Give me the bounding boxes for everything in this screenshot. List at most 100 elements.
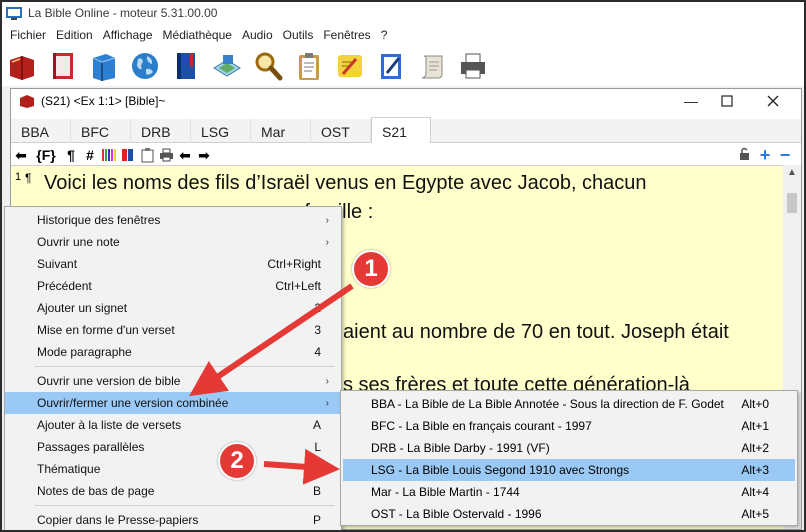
format-button[interactable]: {F} (32, 147, 60, 163)
menu-item-shortcut: B (312, 484, 321, 498)
copy-button[interactable] (139, 147, 155, 163)
menu-outils[interactable]: Outils (279, 28, 320, 42)
menu-separator (35, 505, 335, 506)
scrollbar-thumb[interactable] (787, 193, 797, 213)
menu-item-liste-versets[interactable]: Ajouter à la liste de versets A (5, 414, 341, 436)
menu-item-label: Copier dans le Presse-papiers (37, 513, 199, 527)
menu-item-version-combinee[interactable]: Ouvrir/fermer une version combinée › (5, 392, 341, 414)
menu-item-label: Ouvrir/fermer une version combinée (37, 396, 229, 410)
main-toolbar (2, 46, 804, 86)
bible-book-icon (53, 53, 73, 79)
scroll-button[interactable] (414, 48, 450, 84)
tab-s21[interactable]: S21 (371, 117, 431, 143)
bible-book-button[interactable] (45, 48, 81, 84)
submenu-item-drb[interactable]: DRB - La Bible Darby - 1991 (VF) Alt+2 (343, 437, 795, 459)
submenu-item-bfc[interactable]: BFC - La Bible en français courant - 199… (343, 415, 795, 437)
submenu-item-label: BFC - La Bible en français courant - 199… (371, 419, 592, 433)
menu-item-label: Mise en forme d'un verset (37, 323, 175, 337)
prev-button[interactable]: ⬅ (177, 147, 193, 163)
columns-button[interactable] (101, 147, 117, 163)
menu-item-precedent[interactable]: Précédent Ctrl+Left (5, 275, 341, 297)
print-small-button[interactable] (158, 147, 174, 163)
menu-item-historique[interactable]: Historique des fenêtres › (5, 209, 341, 231)
submenu-item-bba[interactable]: BBA - La Bible de La Bible Annotée - Sou… (343, 393, 795, 415)
menu-item-ouvrir-note[interactable]: Ouvrir une note › (5, 231, 341, 253)
menu-help[interactable]: ? (377, 28, 394, 42)
maximize-button[interactable] (705, 89, 749, 113)
submenu-arrow-icon: › (325, 214, 329, 226)
bible-red-book-button[interactable] (4, 48, 40, 84)
zoom-out-button[interactable]: − (777, 146, 793, 164)
pilcrow-button[interactable]: ¶ (63, 147, 79, 163)
app-title-bar: La Bible Online - moteur 5.31.00.00 (2, 2, 804, 24)
tab-lsg[interactable]: LSG (191, 119, 251, 143)
annotation-badge-1: 1 (352, 250, 390, 288)
menu-item-ouvrir-version[interactable]: Ouvrir une version de bible › (5, 370, 341, 392)
clipboard-icon (141, 147, 153, 162)
menu-item-label: Thématique (37, 462, 101, 476)
submenu-item-ost[interactable]: OST - La Bible Ostervald - 1996 Alt+5 (343, 503, 795, 525)
notepad-edit-button[interactable] (373, 48, 409, 84)
annotation-badge-2: 2 (218, 442, 256, 480)
context-menu: Historique des fenêtres › Ouvrir une note… (4, 206, 342, 530)
menu-item-mode-paragraphe[interactable]: Mode paragraphe 4 (5, 341, 341, 363)
back-arrow-button[interactable]: ⬅ (13, 147, 29, 163)
verse-text-line-1: Voici les noms des fils d’Israël venus e… (44, 172, 647, 194)
hash-button[interactable]: # (82, 147, 98, 163)
arrow-left-icon: ⬅ (15, 146, 27, 163)
menu-item-ajouter-signet[interactable]: Ajouter un signet 2 (5, 297, 341, 319)
lock-button[interactable] (737, 147, 753, 163)
blue-book-button[interactable] (86, 48, 122, 84)
document-toolbar: ⬅ {F} ¶ # ⬅ ➡ + − (11, 145, 801, 165)
tab-drb[interactable]: DRB (131, 119, 191, 143)
zoom-in-button[interactable]: + (757, 146, 773, 164)
menu-fenetres[interactable]: Fenêtres (319, 28, 376, 42)
submenu-item-shortcut: Alt+1 (741, 419, 769, 433)
maximize-icon (721, 95, 733, 107)
submenu-arrow-icon: › (325, 236, 329, 248)
blue-bible-button[interactable] (168, 48, 204, 84)
menu-item-shortcut: Ctrl+Left (275, 279, 321, 293)
tab-ost[interactable]: OST (311, 119, 371, 143)
close-button[interactable] (751, 89, 795, 113)
menu-audio[interactable]: Audio (238, 28, 279, 42)
clipboard-button[interactable] (291, 48, 327, 84)
menu-item-thematique[interactable]: Thématique › (5, 458, 341, 480)
scroll-up-icon[interactable]: ▲ (787, 167, 797, 178)
arrow-right-icon: ➡ (198, 146, 210, 163)
magnifier-icon (255, 52, 283, 81)
menu-item-notes-bas-page[interactable]: Notes de bas de page B (5, 480, 341, 502)
map-button[interactable] (209, 48, 245, 84)
print-button[interactable] (455, 48, 491, 84)
search-button[interactable] (250, 48, 286, 84)
menu-item-copier[interactable]: Copier dans le Presse-papiers P (5, 509, 341, 530)
menu-item-passages-paralleles[interactable]: Passages parallèles L (5, 436, 341, 458)
menu-affichage[interactable]: Affichage (99, 28, 159, 42)
screenshot-frame: La Bible Online - moteur 5.31.00.00 Fich… (0, 0, 806, 532)
menu-separator (35, 366, 335, 367)
map-icon (213, 55, 241, 77)
scroll-icon (421, 55, 443, 79)
menu-item-suivant[interactable]: Suivant Ctrl+Right (5, 253, 341, 275)
bible-red-book-icon (10, 56, 34, 80)
menu-mediatheque[interactable]: Médiathèque (159, 28, 238, 42)
menu-item-shortcut: 3 (314, 323, 321, 337)
menu-item-mise-en-forme[interactable]: Mise en forme d'un verset 3 (5, 319, 341, 341)
menu-item-label: Précédent (37, 279, 92, 293)
notes-button[interactable] (332, 48, 368, 84)
tab-mar[interactable]: Mar (251, 119, 311, 143)
tab-bba[interactable]: BBA (11, 119, 71, 143)
submenu-item-shortcut: Alt+4 (741, 485, 769, 499)
tab-bfc[interactable]: BFC (71, 119, 131, 143)
menu-item-shortcut: Ctrl+Right (267, 257, 321, 271)
app-title: La Bible Online - moteur 5.31.00.00 (28, 6, 218, 20)
menu-fichier[interactable]: Fichier (6, 28, 52, 42)
submenu-item-mar[interactable]: Mar - La Bible Martin - 1744 Alt+4 (343, 481, 795, 503)
next-button[interactable]: ➡ (196, 147, 212, 163)
blue-bible-icon (177, 53, 195, 79)
submenu-item-lsg[interactable]: LSG - La Bible Louis Segond 1910 avec St… (343, 459, 795, 481)
submenu-item-label: DRB - La Bible Darby - 1991 (VF) (371, 441, 550, 455)
books-button[interactable] (120, 147, 136, 163)
globe-button[interactable] (127, 48, 163, 84)
menu-edition[interactable]: Edition (52, 28, 99, 42)
